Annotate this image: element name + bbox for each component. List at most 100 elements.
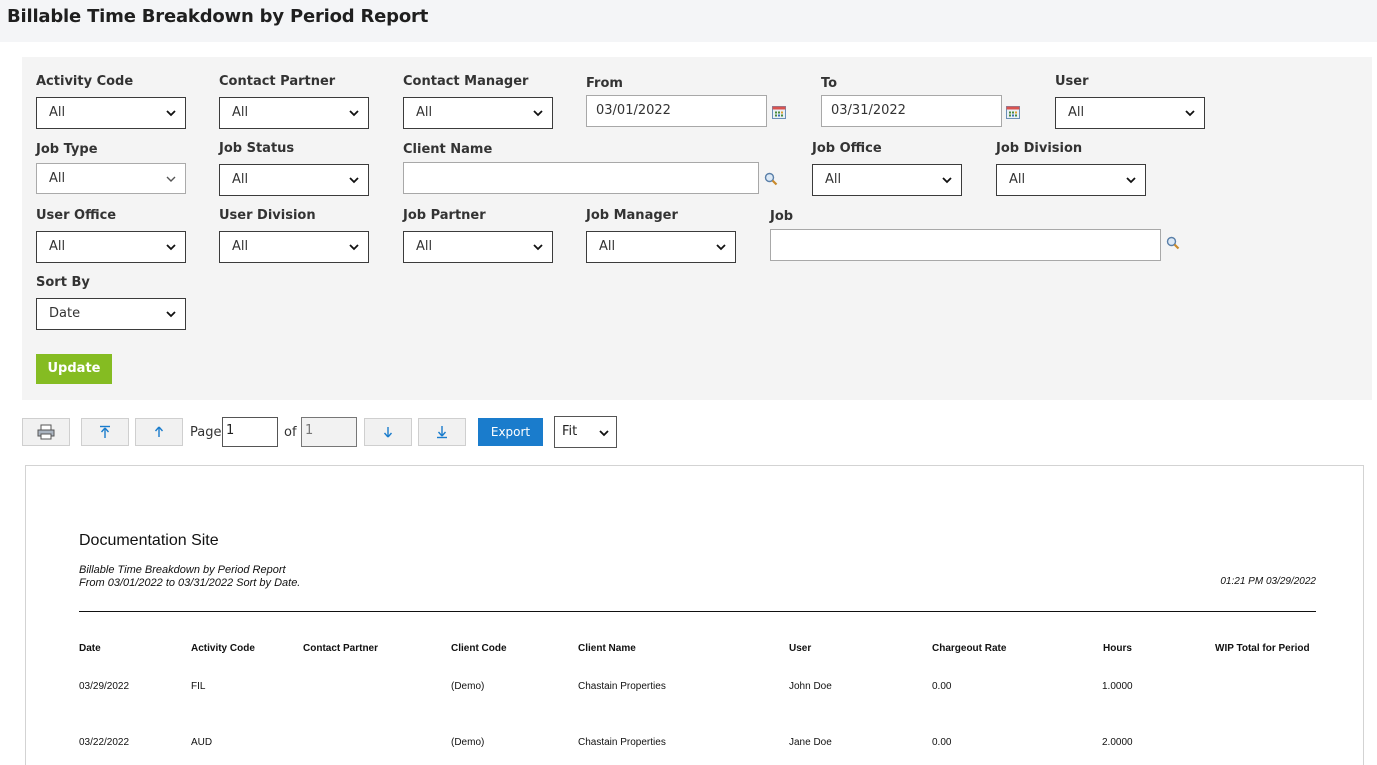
client-name-input[interactable] [403,162,759,194]
column-header: Date [79,643,101,654]
user-select[interactable]: All [1055,97,1205,129]
search-icon[interactable] [764,172,778,186]
print-button[interactable] [22,418,70,446]
chevron-down-icon [942,177,952,184]
job-type-select[interactable]: All [36,163,186,194]
contact-partner-select[interactable]: All [219,97,369,129]
contact-manager-value: All [416,105,433,120]
cell-user: John Doe [789,681,832,692]
cell-activity-code: FIL [191,681,206,692]
first-page-button[interactable] [81,418,129,446]
activity-code-select[interactable]: All [36,97,186,129]
cell-client-name: Chastain Properties [578,681,666,692]
report-divider [79,611,1316,612]
previous-page-button[interactable] [135,418,183,446]
chevron-down-icon [1126,177,1136,184]
cell-date: 03/29/2022 [79,681,130,692]
from-label: From [586,76,623,91]
cell-client-code: (Demo) [451,681,485,692]
user-division-select[interactable]: All [219,231,369,263]
job-office-label: Job Office [812,141,882,156]
job-status-label: Job Status [219,141,295,156]
sort-by-select[interactable]: Date [36,298,186,330]
user-division-label: User Division [219,208,316,223]
export-button[interactable]: Export [478,418,543,446]
from-date-input[interactable]: 03/01/2022 [586,95,767,127]
job-type-label: Job Type [36,142,98,157]
cell-client-name: Chastain Properties [578,737,666,748]
last-page-icon [437,426,447,439]
sort-by-label: Sort By [36,275,90,290]
calendar-icon[interactable] [772,105,786,119]
total-pages-field: 1 [301,417,357,447]
cell-chargeout-rate: 0.00 [932,737,952,748]
chevron-down-icon [349,177,359,184]
arrow-down-icon [383,427,393,438]
column-header: Client Code [451,643,507,654]
column-header: User [789,643,812,654]
job-manager-select[interactable]: All [586,231,736,263]
contact-partner-label: Contact Partner [219,74,336,89]
job-partner-select[interactable]: All [403,231,553,263]
column-header: Contact Partner [303,643,379,654]
contact-partner-value: All [232,105,249,120]
report-preview: Documentation Site Billable Time Breakdo… [25,465,1364,765]
column-header: Activity Code [191,643,255,654]
page-title: Billable Time Breakdown by Period Report [7,6,429,27]
search-icon[interactable] [1166,236,1180,250]
cell-hours: 1.0000 [1102,681,1133,692]
activity-code-value: All [49,105,66,120]
of-label: of [284,425,297,440]
zoom-value: Fit [562,424,578,439]
job-division-select[interactable]: All [996,164,1146,196]
client-name-label: Client Name [403,142,493,157]
chevron-down-icon [716,244,726,251]
job-status-select[interactable]: All [219,164,369,196]
cell-activity-code: AUD [191,737,213,748]
last-page-button[interactable] [418,418,466,446]
calendar-icon[interactable] [1006,105,1020,119]
to-date-input[interactable]: 03/31/2022 [821,95,1002,127]
user-office-label: User Office [36,208,117,223]
printer-icon [37,424,55,440]
cell-user: Jane Doe [789,737,832,748]
cell-chargeout-rate: 0.00 [932,681,952,692]
chevron-down-icon [599,430,609,437]
zoom-select[interactable]: Fit [554,416,617,448]
job-manager-value: All [599,239,616,254]
user-office-select[interactable]: All [36,231,186,263]
job-input[interactable] [770,229,1161,261]
first-page-icon [100,425,110,438]
job-division-value: All [1009,172,1026,187]
chevron-down-icon [166,110,176,117]
contact-manager-label: Contact Manager [403,74,529,89]
report-criteria: From 03/01/2022 to 03/31/2022 Sort by Da… [79,577,301,589]
report-company: Documentation Site [79,532,219,549]
job-office-select[interactable]: All [812,164,962,196]
cell-client-code: (Demo) [451,737,485,748]
current-page-input[interactable]: 1 [222,417,278,447]
job-division-label: Job Division [996,141,1083,156]
job-office-value: All [825,172,842,187]
report-timestamp: 01:21 PM 03/29/2022 [1220,576,1316,587]
report-subtitle: Billable Time Breakdown by Period Report… [79,564,300,590]
contact-manager-select[interactable]: All [403,97,553,129]
arrow-up-icon [154,426,164,437]
job-status-value: All [232,172,249,187]
user-office-value: All [49,239,66,254]
title-bar: Billable Time Breakdown by Period Report [0,0,1377,42]
chevron-down-icon [349,110,359,117]
job-partner-value: All [416,239,433,254]
update-button[interactable]: Update [36,354,112,384]
next-page-button[interactable] [364,418,412,446]
cell-date: 03/22/2022 [79,737,130,748]
user-label: User [1055,74,1089,89]
page-label: Page [190,425,222,440]
column-header: Chargeout Rate [932,643,1007,654]
user-value: All [1068,105,1085,120]
cell-hours: 2.0000 [1102,737,1133,748]
column-header: Client Name [578,643,636,654]
job-type-value: All [49,171,66,186]
job-label: Job [770,209,794,224]
user-division-value: All [232,239,249,254]
